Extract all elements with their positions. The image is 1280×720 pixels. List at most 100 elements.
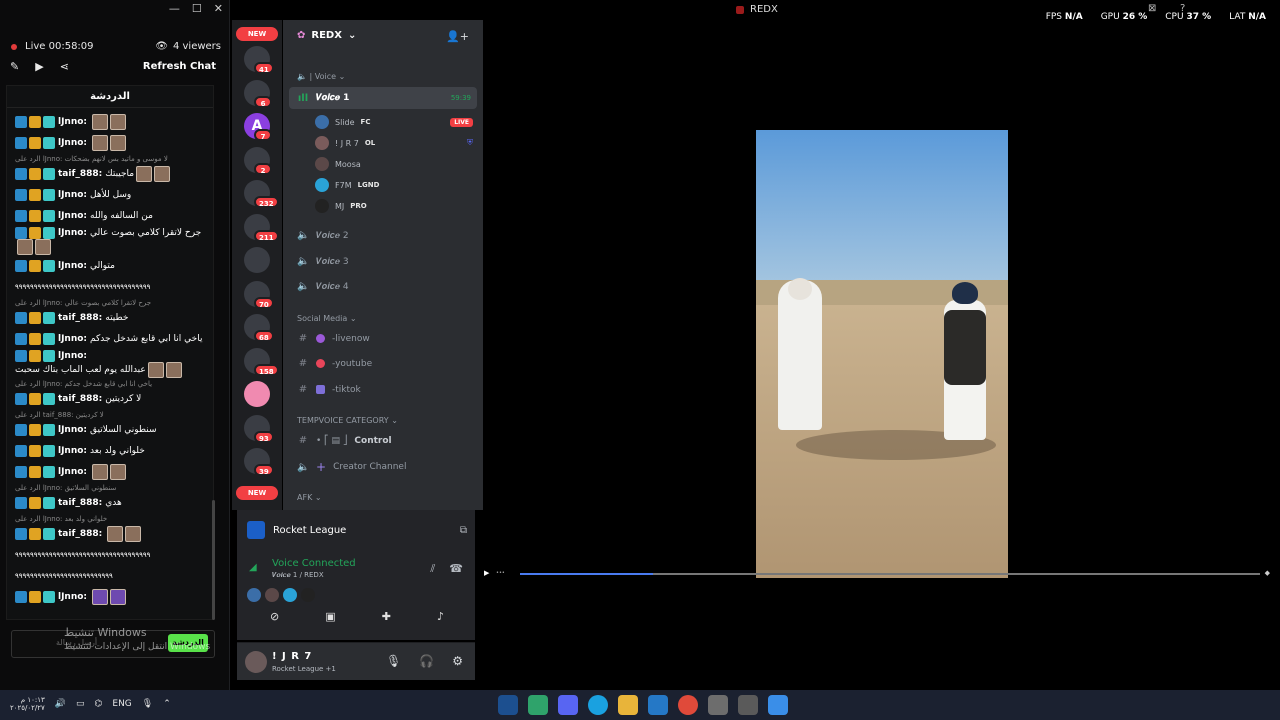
screen-share-icon[interactable]: ⧉ [460,525,467,536]
category-social[interactable]: Social Media ⌄ [297,314,357,323]
speaker-icon[interactable]: 🔊 [55,699,66,709]
video-seekbar[interactable]: ▶ ••• ◆ [484,569,1274,578]
chat-username[interactable]: lJnno: [58,190,87,200]
chat-username[interactable]: lJnno: [58,446,87,456]
activity-row[interactable]: Rocket League ⧉ [247,518,467,542]
discord-icon[interactable] [558,695,578,715]
security-app-icon[interactable] [498,695,518,715]
clock[interactable]: ١٠:١٣ م ٢٠٢٥/٠٢/٢٧ [10,696,45,712]
category-afk[interactable]: AFK ⌄ [297,493,322,502]
chat-username[interactable]: lJnno: [58,211,87,221]
chat-username[interactable]: lJnno: [58,228,87,238]
chat-username[interactable]: lJnno: [58,467,87,477]
video-frame[interactable] [756,130,1008,578]
gear-icon[interactable]: ⚙ [452,654,463,668]
chat-username[interactable]: taif_888: [58,313,102,323]
chat-username[interactable]: lJnno: [58,592,87,602]
store-icon[interactable] [708,695,728,715]
vscode-icon[interactable] [648,695,668,715]
refresh-chat-button[interactable]: Refresh Chat [143,61,216,72]
play-icon[interactable]: ▶ [484,569,489,577]
server-header[interactable]: ✿ REDX ⌄ [297,30,356,41]
chat-message[interactable]: lJnno: وسل للأهل [15,185,207,205]
windows-start-icon[interactable] [768,695,788,715]
voice-member[interactable]: ! J R 7 OL ⛨ [315,136,473,150]
chat-message[interactable]: taif_888: هدي [15,493,207,513]
chat-message[interactable]: lJnno: [15,112,207,132]
chat-message[interactable]: lJnno: جرح لاتقرا كلامي بصوت عالي [15,227,207,255]
network-icon[interactable]: ⌬ [95,699,103,709]
headphones-icon[interactable]: 🎧 [419,654,434,668]
game-app-icon[interactable] [528,695,548,715]
disconnect-icon[interactable]: ☎ [449,562,463,576]
category-tempvoice[interactable]: TEMPVOICE CATEGORY ⌄ [297,416,398,425]
close-icon[interactable]: ✕ [214,2,223,15]
chat-message[interactable]: lJnno: ياخي انا ابي قابع شدخل جدكم [15,329,207,349]
text-channel[interactable]: # • ⎡ ▤ ⎦ Control [297,435,477,446]
server-icon[interactable] [244,247,270,273]
window-app-icon[interactable] [738,695,758,715]
voice-channel[interactable]: 🔈 𝑽𝒐𝒊𝒄𝒆 3 [297,256,477,267]
text-channel[interactable]: # -youtube [297,358,477,369]
share-icon[interactable]: ⋖ [60,60,69,73]
chat-message[interactable]: lJnno: سنطوني السلاتيق [15,420,207,440]
voice-member[interactable]: Slide FC LIVE [315,115,473,129]
chat-message[interactable]: lJnno: خلواني ولد بعد [15,441,207,461]
chat-message[interactable]: taif_888: [15,524,207,544]
battery-icon[interactable]: ▭ [76,699,85,709]
chat-message[interactable]: taif_888: خطيته [15,308,207,328]
chat-message[interactable]: lJnno: [15,462,207,482]
chat-username[interactable]: lJnno: [58,351,87,361]
video-icon[interactable]: ▶ [35,60,43,73]
chat-username[interactable]: lJnno: [58,117,87,127]
activities-icon[interactable]: ✚ [382,610,391,623]
microphone-icon[interactable]: 🎙 [386,654,401,668]
noise-suppression-icon[interactable]: ⫽ [430,562,435,576]
chat-message[interactable]: lJnno: [15,133,207,153]
chat-message[interactable]: taif_888: ماجيبتك [15,164,207,184]
chat-message[interactable]: lJnno: من السالفه والله [15,206,207,226]
category-voice[interactable]: 🔈 | Voice ⌄ [297,72,345,81]
fullscreen-icon[interactable]: ◆ [1265,569,1270,577]
voice-member[interactable]: Moosa [315,157,473,171]
chat-username[interactable]: taif_888: [58,394,102,404]
file-explorer-icon[interactable] [618,695,638,715]
voice-channel[interactable]: 🔈 + Creator Channel [297,460,477,474]
maximize-icon[interactable]: ☐ [192,2,202,15]
chat-message[interactable]: lJnno: [15,587,207,607]
minimize-icon[interactable]: — [169,2,180,15]
chat-username[interactable]: lJnno: [58,334,87,344]
chrome-icon[interactable] [678,695,698,715]
text-channel[interactable]: # -tiktok [297,384,477,395]
add-user-icon[interactable]: 👤+ [446,30,469,43]
chat-message[interactable]: taif_888: لا كرديتين [15,389,207,409]
avatar[interactable] [245,651,267,673]
voice-channel[interactable]: 🔈 𝑽𝒐𝒊𝒄𝒆 2 [297,230,477,241]
soundboard-icon[interactable]: ♪ [437,610,444,623]
text-channel[interactable]: # -livenow [297,333,477,344]
chevron-up-icon[interactable]: ⌃ [163,699,171,709]
new-servers-badge[interactable]: NEW [236,486,278,500]
voice-channel[interactable]: 🔈 𝑽𝒐𝒊𝒄𝒆 4 [297,281,477,292]
share-screen-icon[interactable]: ▣ [325,610,335,623]
chat-message[interactable]: lJnno: عبدالله يوم لعب الماب بتاك سحبت [15,350,207,378]
chat-username[interactable]: lJnno: [58,261,87,271]
chat-username[interactable]: taif_888: [58,169,102,179]
chat-username[interactable]: taif_888: [58,498,102,508]
chat-username[interactable]: lJnno: [58,425,87,435]
pencil-icon[interactable]: ✎ [10,60,19,73]
voice-member[interactable]: MJ PRO [315,199,473,213]
new-servers-badge[interactable]: NEW [236,27,278,41]
chat-message[interactable]: lJnno: متوالي [15,256,207,276]
server-icon[interactable] [244,381,270,407]
voice-channel-active[interactable]: ıll 𝑽𝒐𝒊𝒄𝒆 1 59:39 [289,87,477,109]
voice-connected-label[interactable]: Voice Connected [272,558,356,569]
chat-username[interactable]: lJnno: [58,138,87,148]
chat-scrollbar[interactable] [212,500,215,620]
camera-off-icon[interactable]: ⊘ [270,610,279,623]
language-indicator[interactable]: ENG [112,699,131,709]
chat-username[interactable]: taif_888: [58,529,102,539]
edge-icon[interactable] [588,695,608,715]
microphone-icon[interactable]: 🎙 [142,699,153,709]
chat-message-list[interactable]: lJnno: lJnno: الرد على lJnno: لا موسى و ما… [7,108,213,607]
